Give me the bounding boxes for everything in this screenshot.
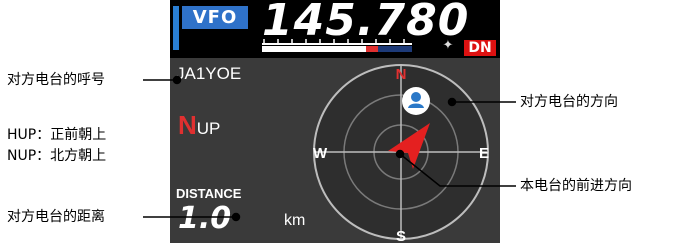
annotation-callsign: 对方电台的呼号 xyxy=(7,72,105,88)
annotation-direction: 对方电台的方向 xyxy=(520,94,618,110)
annotation-leaders xyxy=(143,75,516,222)
annotation-hup: HUP：正前朝上 xyxy=(7,127,107,143)
annotation-distance: 对方电台的距离 xyxy=(7,209,105,225)
annotation-heading: 本电台的前进方向 xyxy=(520,178,632,194)
annotation-nup: NUP：北方朝上 xyxy=(7,148,107,164)
